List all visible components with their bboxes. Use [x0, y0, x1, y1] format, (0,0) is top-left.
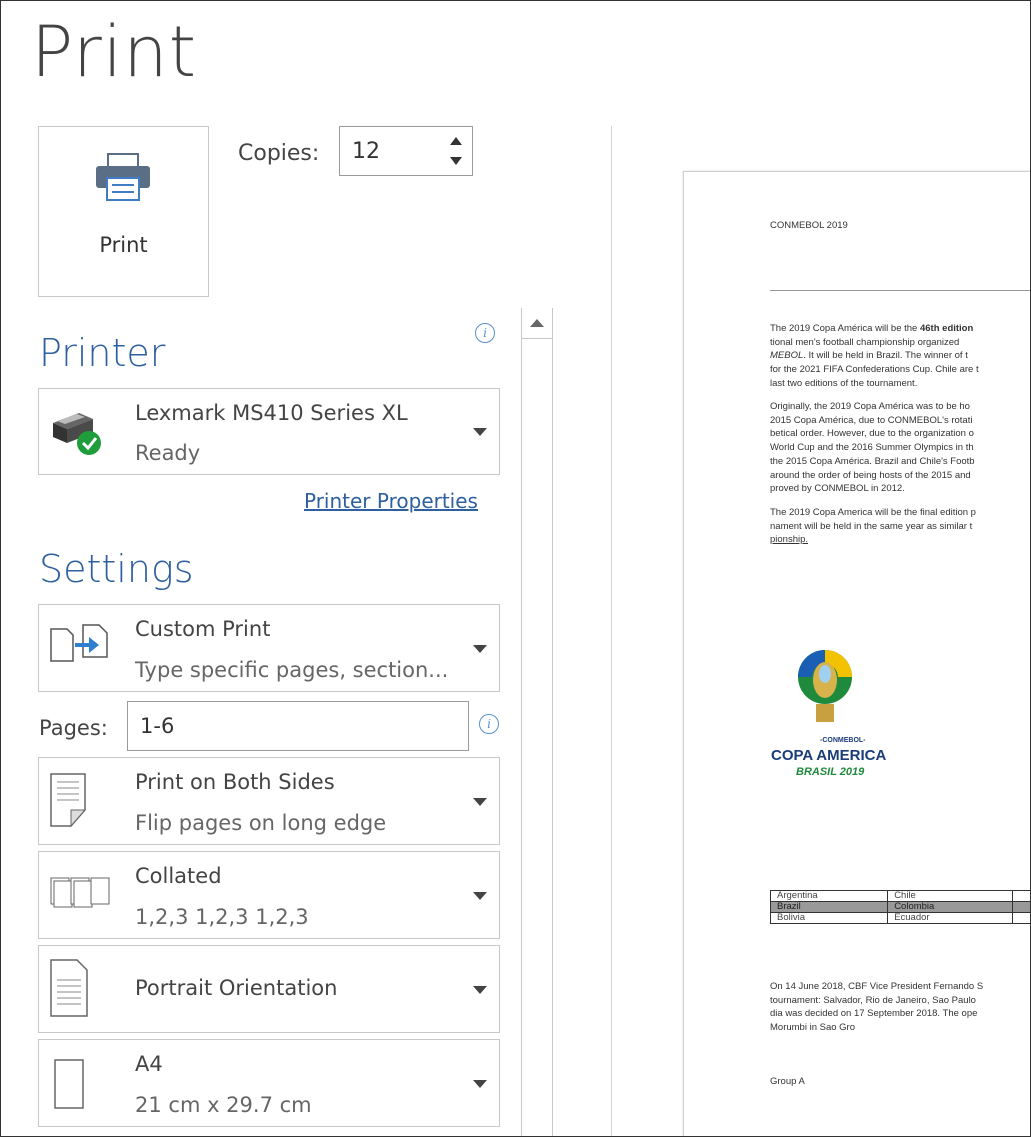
printer-info-icon[interactable]: i [475, 323, 495, 343]
print-range-title: Custom Print [135, 617, 271, 641]
paper-size-icon [54, 1059, 84, 1109]
doc-header: CONMEBOL 2019 [770, 220, 848, 231]
print-range-dropdown[interactable]: Custom Print Type specific pages, sectio… [38, 604, 500, 692]
copies-label: Copies: [238, 141, 320, 166]
pages-value[interactable]: 1-6 [140, 714, 174, 738]
printer-icon [96, 153, 150, 201]
chevron-down-icon [473, 1080, 487, 1088]
settings-heading: Settings [39, 547, 194, 591]
duplex-title: Print on Both Sides [135, 770, 335, 794]
copies-stepper[interactable]: 12 [339, 126, 473, 176]
printer-status: Ready [135, 441, 201, 465]
print-button-label: Print [99, 233, 148, 257]
print-button[interactable]: Print [38, 126, 209, 297]
pages-info-icon[interactable]: i [479, 714, 499, 734]
print-preview-page: CONMEBOL 2019 The 2019 Copa América will… [683, 171, 1030, 1136]
duplex-subtitle: Flip pages on long edge [135, 811, 387, 835]
chevron-down-icon [473, 798, 487, 806]
logo-conmebol-text: -CONMEBOL- [820, 737, 866, 744]
collate-title: Collated [135, 864, 222, 888]
doc-group-heading: Group A [770, 1076, 805, 1087]
doc-paragraph-4: On 14 June 2018, CBF Vice President Fern… [770, 981, 984, 1034]
logo-title-text: COPA AMERICA [771, 747, 887, 764]
print-backstage: Print Print Copies: 12 Printer i Lexmark… [0, 0, 1031, 1137]
orientation-title: Portrait Orientation [135, 976, 338, 1000]
chevron-down-icon [473, 428, 487, 436]
orientation-dropdown[interactable]: Portrait Orientation [38, 945, 500, 1033]
printer-name: Lexmark MS410 Series XL [135, 401, 408, 425]
decrement-arrow-icon[interactable] [448, 154, 464, 168]
printer-dropdown[interactable]: Lexmark MS410 Series XL Ready [38, 388, 500, 475]
settings-scrollbar[interactable] [521, 308, 553, 1136]
chevron-down-icon [473, 645, 487, 653]
printer-ready-icon [53, 413, 101, 455]
copies-value[interactable]: 12 [352, 139, 380, 164]
doc-paragraph-1: The 2019 Copa América will be the 46th e… [770, 323, 979, 389]
printer-properties-link[interactable]: Printer Properties [304, 489, 478, 513]
preview-divider [611, 126, 612, 1136]
logo-subtitle-text: BRASIL 2019 [796, 766, 865, 778]
doc-teams-table: Argentina Chile Brazil Colombia Bolivia … [769, 890, 1030, 924]
printer-heading: Printer [39, 331, 166, 375]
paper-size-dropdown[interactable]: A4 21 cm x 29.7 cm [38, 1039, 500, 1127]
chevron-down-icon [473, 986, 487, 994]
table-row: Bolivia Ecuador [769, 912, 1030, 924]
increment-arrow-icon[interactable] [448, 134, 464, 148]
custom-print-icon [50, 624, 108, 662]
duplex-icon [50, 773, 87, 828]
doc-paragraph-3: The 2019 Copa America will be the final … [770, 507, 976, 546]
chevron-down-icon [473, 892, 487, 900]
page-title: Print [31, 11, 198, 93]
table-row: Argentina Chile [769, 890, 1030, 902]
collated-icon [50, 877, 110, 908]
doc-header-rule [770, 290, 1030, 291]
print-range-subtitle: Type specific pages, section... [135, 658, 449, 682]
collate-subtitle: 1,2,3 1,2,3 1,2,3 [135, 905, 309, 929]
portrait-icon [50, 959, 88, 1017]
pages-input[interactable]: 1-6 [127, 701, 469, 751]
paper-size-subtitle: 21 cm x 29.7 cm [135, 1093, 312, 1117]
paper-size-title: A4 [135, 1052, 163, 1076]
scroll-up-arrow-icon[interactable] [522, 308, 552, 339]
duplex-dropdown[interactable]: Print on Both Sides Flip pages on long e… [38, 757, 500, 845]
doc-paragraph-2: Originally, the 2019 Copa América was to… [770, 401, 975, 495]
pages-label: Pages: [39, 716, 108, 740]
collate-dropdown[interactable]: Collated 1,2,3 1,2,3 1,2,3 [38, 851, 500, 939]
table-row: Brazil Colombia [769, 901, 1030, 913]
copa-america-trophy-logo [798, 650, 852, 722]
